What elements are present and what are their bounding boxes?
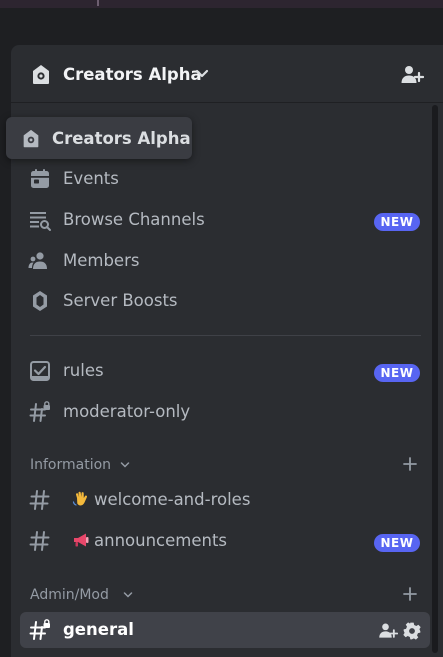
- channel-name: welcome-and-roles: [72, 490, 250, 510]
- menu-item-label: Members: [63, 251, 140, 270]
- channel-welcome-and-roles[interactable]: welcome-and-roles: [20, 482, 430, 518]
- invite-people-icon[interactable]: [400, 63, 424, 87]
- members-icon: [28, 252, 47, 269]
- category-name: Admin/Mod: [30, 587, 109, 603]
- channel-name: moderator-only: [63, 402, 191, 421]
- add-channel-icon[interactable]: [402, 586, 418, 602]
- hashtag-icon: [29, 490, 50, 510]
- locked-hashtag-icon: [29, 619, 50, 640]
- server-name: Creators Alpha: [63, 65, 202, 84]
- create-invite-icon[interactable]: [378, 621, 398, 641]
- new-badge: NEW: [374, 364, 420, 382]
- window-top-strip: [0, 0, 443, 8]
- category-admin-mod[interactable]: Admin/Mod: [30, 585, 430, 605]
- category-information[interactable]: Information: [30, 455, 430, 475]
- channel-name: rules: [63, 361, 104, 380]
- menu-item-server-boosts[interactable]: Server Boosts: [20, 283, 430, 319]
- channel-announcements[interactable]: announcements NEW: [20, 523, 430, 559]
- menu-item-browse-channels[interactable]: Browse Channels NEW: [20, 202, 430, 238]
- megaphone-icon: [74, 533, 89, 547]
- menu-item-members[interactable]: Members: [20, 243, 430, 279]
- chevron-down-icon: [123, 592, 133, 598]
- waving-hand-icon: [72, 491, 88, 506]
- server-home-icon: [33, 65, 49, 84]
- menu-item-label: Events: [63, 169, 119, 188]
- boost-icon: [33, 291, 47, 311]
- channel-name: general: [63, 620, 134, 639]
- server-header[interactable]: Creators Alpha: [11, 45, 443, 103]
- menu-item-events[interactable]: Events: [20, 161, 430, 197]
- menu-divider: [30, 335, 421, 336]
- gear-icon[interactable]: [402, 621, 422, 641]
- menu-item-label: Browse Channels: [63, 210, 205, 229]
- server-name-tooltip: Creators Alpha: [6, 117, 192, 159]
- chevron-down-icon[interactable]: [195, 67, 209, 81]
- server-home-icon: [23, 129, 39, 148]
- scrollbar[interactable]: [432, 105, 438, 653]
- channel-general[interactable]: general: [20, 612, 430, 648]
- rules-icon: [30, 361, 50, 381]
- browse-channels-icon: [30, 212, 51, 231]
- chevron-down-icon: [120, 462, 130, 468]
- channel-name: announcements: [72, 531, 227, 551]
- channel-moderator-only[interactable]: moderator-only: [20, 394, 430, 430]
- new-badge: NEW: [374, 213, 420, 231]
- channel-rules[interactable]: rules NEW: [20, 353, 430, 389]
- top-strip-mark: [97, 0, 99, 6]
- tooltip-text: Creators Alpha: [52, 129, 191, 148]
- new-badge: NEW: [374, 534, 420, 552]
- locked-hashtag-icon: [29, 401, 50, 422]
- calendar-icon: [31, 169, 49, 188]
- category-name: Information: [30, 457, 112, 473]
- menu-item-label: Server Boosts: [63, 291, 178, 310]
- add-channel-icon[interactable]: [402, 456, 418, 472]
- hashtag-icon: [29, 531, 50, 551]
